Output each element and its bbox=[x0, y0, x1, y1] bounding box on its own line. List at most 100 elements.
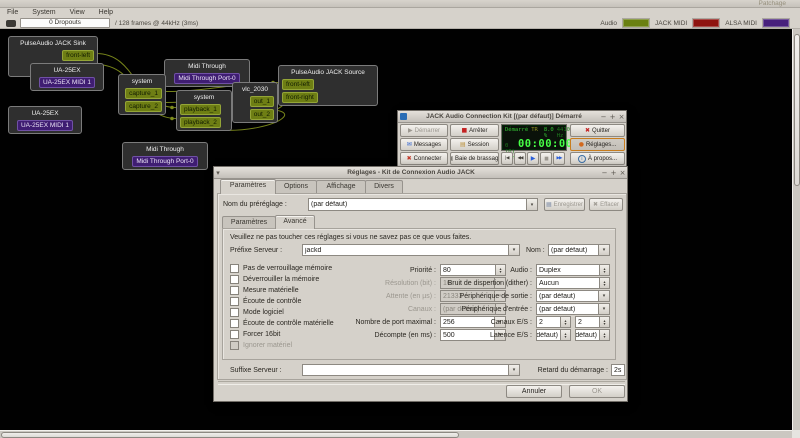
delete-preset-button[interactable]: ✖ Effacer bbox=[589, 198, 623, 211]
spin-down-icon[interactable]: ▾ bbox=[603, 283, 605, 287]
io-channels-out-spinbox[interactable]: 2 ▴▾ bbox=[575, 316, 610, 328]
spin-arrows[interactable]: ▴▾ bbox=[599, 317, 609, 327]
lcd-display[interactable]: Démarré TR 8.0 % 44100 Hz 0 (0) 00:00:00… bbox=[501, 124, 567, 151]
chevron-down-icon[interactable]: ▾ bbox=[508, 245, 519, 255]
checkbox-box[interactable] bbox=[230, 330, 239, 339]
node-title[interactable]: PulseAudio JACK Sink bbox=[12, 39, 94, 48]
checkbox-box[interactable] bbox=[230, 297, 239, 306]
patchbay-button[interactable]: ▣ Baie de brassage bbox=[450, 152, 499, 165]
spin-arrows[interactable]: ▴▾ bbox=[599, 278, 609, 288]
audio-mode-spinbox[interactable]: Duplex ▴▾ bbox=[536, 264, 610, 276]
dropouts-button[interactable]: 0 Dropouts bbox=[20, 18, 110, 28]
port-front-left[interactable]: front-left bbox=[62, 50, 94, 61]
stop-button[interactable]: ■ Arrêter bbox=[450, 124, 499, 137]
checkbox-box[interactable] bbox=[230, 286, 239, 295]
checkbox-box[interactable] bbox=[230, 264, 239, 273]
connect-button[interactable]: ✖ Connecter bbox=[400, 152, 448, 165]
start-delay-spinbox[interactable]: 2s bbox=[611, 364, 625, 376]
spin-down-icon[interactable]: ▾ bbox=[603, 335, 605, 339]
chevron-down-icon[interactable]: ▾ bbox=[598, 245, 609, 255]
transport-play-button[interactable]: ▶ bbox=[527, 152, 539, 165]
spin-arrows[interactable]: ▴▾ bbox=[560, 317, 570, 327]
subtab-avance[interactable]: Avancé bbox=[275, 215, 315, 229]
node-title[interactable]: UA-25EX bbox=[34, 66, 100, 75]
horizontal-scrollbar-thumb[interactable] bbox=[1, 432, 459, 438]
node-pulseaudio-jack-source[interactable]: PulseAudio JACK Source front-left front-… bbox=[278, 65, 378, 106]
io-latency-out-spinbox[interactable]: (par défaut) ▴▾ bbox=[575, 329, 610, 341]
checkbox-monitor[interactable]: Écoute de contrôle bbox=[230, 297, 301, 306]
spin-arrows[interactable]: ▴▾ bbox=[599, 330, 609, 340]
server-suffix-combo[interactable]: ▾ bbox=[302, 364, 520, 376]
io-channels-in-spinbox[interactable]: 2 ▴▾ bbox=[536, 316, 571, 328]
qjackctl-titlebar[interactable]: JACK Audio Connection Kit [(par défaut)]… bbox=[398, 111, 626, 123]
menu-view[interactable]: View bbox=[63, 8, 92, 18]
node-midi-through-bottom[interactable]: Midi Through Midi Through Port-0 bbox=[122, 142, 208, 170]
port-playback-1[interactable]: playback_1 bbox=[180, 104, 221, 115]
checkbox-ignore-hw[interactable]: Ignorer matériel bbox=[230, 341, 292, 350]
node-ua25ex-bottom[interactable]: UA-25EX UA-25EX MIDI 1 bbox=[8, 106, 82, 134]
port-midi-through-port-0[interactable]: Midi Through Port-0 bbox=[132, 156, 197, 167]
node-title[interactable]: system bbox=[180, 93, 228, 102]
cancel-button[interactable]: Annuler bbox=[506, 385, 562, 398]
node-system-playback[interactable]: system playback_1 playback_2 bbox=[176, 90, 232, 131]
chevron-down-icon[interactable]: ▾ bbox=[598, 304, 609, 314]
port-front-right[interactable]: front-right bbox=[282, 92, 318, 103]
output-device-combo[interactable]: (par défaut) ▾ bbox=[536, 290, 610, 302]
save-preset-button[interactable]: ▦ Enregistrer bbox=[544, 198, 585, 211]
node-system-capture[interactable]: system capture_1 capture_2 bbox=[118, 74, 166, 115]
checkbox-box[interactable] bbox=[230, 319, 239, 328]
chevron-down-icon[interactable]: ▾ bbox=[598, 291, 609, 301]
node-vlc-2030[interactable]: vlc_2030 out_1 out_2 bbox=[232, 82, 278, 123]
checkbox-box[interactable] bbox=[230, 308, 239, 317]
checkbox-box[interactable] bbox=[230, 275, 239, 284]
minimize-icon[interactable]: − bbox=[599, 112, 608, 122]
transport-pause-button[interactable]: ▮▮ bbox=[540, 152, 552, 165]
checkbox-hw-meter[interactable]: Mesure matérielle bbox=[230, 286, 299, 295]
spin-down-icon[interactable]: ▾ bbox=[564, 322, 566, 326]
io-latency-in-spinbox[interactable]: (par défaut) ▴▾ bbox=[536, 329, 571, 341]
close-icon[interactable]: × bbox=[617, 112, 626, 122]
checkbox-unlock-memory[interactable]: Déverrouiller la mémoire bbox=[230, 275, 319, 284]
horizontal-scrollbar[interactable] bbox=[0, 430, 792, 438]
port-ua25ex-midi-1[interactable]: UA-25EX MIDI 1 bbox=[39, 77, 95, 88]
node-title[interactable]: PulseAudio JACK Source bbox=[282, 68, 374, 77]
menu-system[interactable]: System bbox=[25, 8, 62, 18]
server-prefix-combo[interactable]: jackd ▾ bbox=[302, 244, 520, 256]
transport-rewind-button[interactable]: ◀◀ bbox=[514, 152, 526, 165]
checkbox-softmode[interactable]: Mode logiciel bbox=[230, 308, 284, 317]
port-playback-2[interactable]: playback_2 bbox=[180, 117, 221, 128]
spin-arrows[interactable]: ▴▾ bbox=[599, 265, 609, 275]
vertical-scrollbar-thumb[interactable] bbox=[794, 34, 800, 186]
port-ua25ex-midi-1[interactable]: UA-25EX MIDI 1 bbox=[17, 120, 73, 131]
node-title[interactable]: system bbox=[122, 77, 162, 86]
settings-button[interactable]: ● Réglages... bbox=[570, 138, 625, 151]
node-title[interactable]: UA-25EX bbox=[12, 109, 78, 118]
node-title[interactable]: Midi Through bbox=[126, 145, 204, 154]
session-button[interactable]: ▤ Session bbox=[450, 138, 499, 151]
port-out-2[interactable]: out_2 bbox=[250, 109, 274, 120]
node-title[interactable]: vlc_2030 bbox=[236, 85, 274, 94]
chevron-down-icon[interactable]: ▾ bbox=[526, 199, 537, 210]
spin-arrows[interactable]: ▴▾ bbox=[560, 330, 570, 340]
start-button[interactable]: ▶ Démarrer bbox=[400, 124, 448, 137]
server-name-combo[interactable]: (par défaut) ▾ bbox=[548, 244, 610, 256]
ok-button[interactable]: OK bbox=[569, 385, 625, 398]
port-capture-1[interactable]: capture_1 bbox=[125, 88, 162, 99]
menu-file[interactable]: File bbox=[0, 8, 25, 18]
node-title[interactable]: Midi Through bbox=[168, 62, 246, 71]
spin-down-icon[interactable]: ▾ bbox=[564, 335, 566, 339]
dither-spinbox[interactable]: Aucun ▴▾ bbox=[536, 277, 610, 289]
spin-down-icon[interactable]: ▾ bbox=[603, 322, 605, 326]
checkbox-force-16bit[interactable]: Forcer 16bit bbox=[230, 330, 280, 339]
node-ua25ex-top[interactable]: UA-25EX UA-25EX MIDI 1 bbox=[30, 63, 104, 91]
checkbox-box[interactable] bbox=[230, 341, 239, 350]
input-device-combo[interactable]: (par défaut) ▾ bbox=[536, 303, 610, 315]
port-midi-through-port-0[interactable]: Midi Through Port-0 bbox=[174, 73, 239, 84]
menu-help[interactable]: Help bbox=[92, 8, 120, 18]
transport-backward-button[interactable]: |◀ bbox=[501, 152, 513, 165]
port-out-1[interactable]: out_1 bbox=[250, 96, 274, 107]
port-capture-2[interactable]: capture_2 bbox=[125, 101, 162, 112]
messages-button[interactable]: ✉ Messages bbox=[400, 138, 448, 151]
about-button[interactable]: i À propos... bbox=[570, 152, 625, 165]
quit-button[interactable]: ✖ Quitter bbox=[570, 124, 625, 137]
